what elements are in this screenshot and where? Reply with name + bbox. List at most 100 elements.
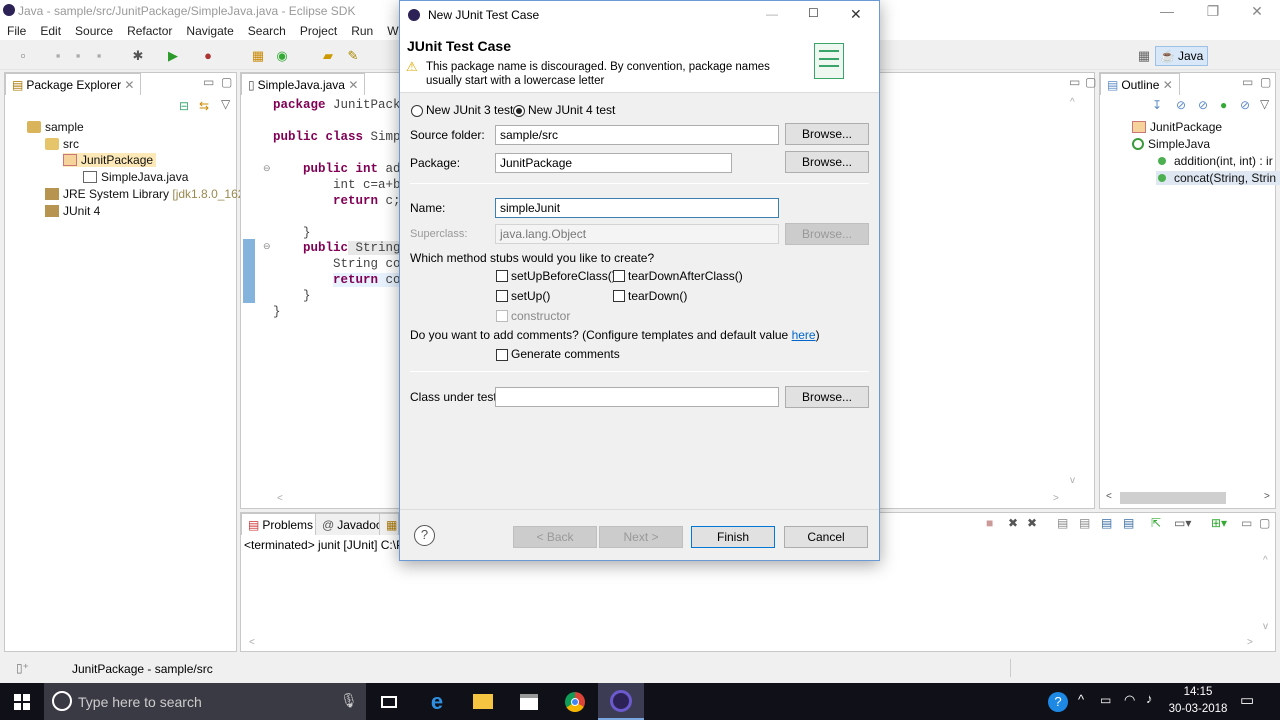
close-icon[interactable]: ✕ <box>348 78 358 92</box>
checkbox-setup[interactable] <box>496 290 508 302</box>
menu-project[interactable]: Project <box>293 22 344 40</box>
scroll-lock-icon[interactable]: ▤ <box>1079 516 1090 530</box>
save-icon[interactable]: ▪ <box>50 48 66 64</box>
checkbox-generate-comments[interactable] <box>496 349 508 361</box>
outline-item-class[interactable]: SimpleJava <box>1132 137 1210 151</box>
word-wrap-icon[interactable]: ▤ <box>1101 516 1112 530</box>
finish-button[interactable]: Finish <box>691 526 775 548</box>
close-button[interactable]: ✕ <box>1234 0 1280 22</box>
open-console-icon[interactable]: ⊞▾ <box>1211 516 1227 530</box>
checkbox-constructor[interactable] <box>496 310 508 322</box>
tab-editor-simplejava[interactable]: ▯ SimpleJava.java ✕ <box>241 73 366 95</box>
store-icon[interactable] <box>506 683 552 720</box>
dialog-minimize-button[interactable]: — <box>766 7 778 21</box>
name-field[interactable]: simpleJunit <box>495 198 779 218</box>
tree-item-sample[interactable]: sample <box>27 120 84 134</box>
close-icon[interactable]: ✕ <box>124 78 134 92</box>
maximize-view-icon[interactable]: ▢ <box>1085 75 1096 89</box>
remove-all-icon[interactable]: ✖ <box>1027 516 1037 530</box>
tree-item-junitpackage[interactable]: JunitPackage <box>63 153 157 167</box>
menu-navigate[interactable]: Navigate <box>179 22 240 40</box>
scroll-right-icon[interactable]: > <box>1247 637 1253 648</box>
save-all-icon[interactable]: ▪ <box>70 48 86 64</box>
clear-console-icon[interactable]: ▤ <box>1057 516 1068 530</box>
open-perspective-icon[interactable]: ▦ <box>1136 48 1152 64</box>
edge-icon[interactable]: e <box>414 683 460 720</box>
checkbox-teardownafterclass[interactable] <box>613 270 625 282</box>
tree-item-simplejava[interactable]: SimpleJava.java <box>83 170 188 184</box>
file-explorer-icon[interactable] <box>460 683 506 720</box>
microphone-icon[interactable]: 🎙 <box>340 692 358 709</box>
task-view-icon[interactable] <box>366 683 412 720</box>
tab-javadoc[interactable]: @ Javadoc <box>315 513 389 535</box>
show-on-output-icon[interactable]: ▤ <box>1123 516 1134 530</box>
link-editor-icon[interactable]: ⇆ <box>199 99 209 113</box>
package-field[interactable]: JunitPackage <box>495 153 732 173</box>
browse-source-folder-button[interactable]: Browse... <box>785 123 869 145</box>
source-folder-field[interactable]: sample/src <box>495 125 779 145</box>
tab-package-explorer[interactable]: ▤ Package Explorer ✕ <box>5 73 142 95</box>
collapse-all-icon[interactable]: ⊟ <box>179 99 189 113</box>
hide-nonpublic-icon[interactable]: ● <box>1220 98 1227 112</box>
scroll-left-icon[interactable]: < <box>249 637 255 648</box>
eclipse-taskbar-icon[interactable] <box>598 683 644 720</box>
volume-icon[interactable]: ♪ <box>1146 691 1153 706</box>
superclass-field[interactable]: java.lang.Object <box>495 224 779 244</box>
terminate-icon[interactable]: ■ <box>986 516 993 530</box>
tab-outline[interactable]: ▤ Outline ✕ <box>1100 73 1180 95</box>
help-tray-icon[interactable]: ? <box>1048 692 1068 712</box>
minimize-view-icon[interactable]: ▭ <box>1242 75 1253 89</box>
minimize-view-icon[interactable]: ▭ <box>1069 75 1080 89</box>
maximize-view-icon[interactable]: ▢ <box>1260 75 1271 89</box>
minimize-view-icon[interactable]: ▭ <box>203 75 214 89</box>
fold-icon[interactable]: ⊖ <box>263 241 271 252</box>
cancel-button[interactable]: Cancel <box>784 526 868 548</box>
tree-item-jre[interactable]: JRE System Library [jdk1.8.0_162] <box>45 187 248 201</box>
scroll-down-icon[interactable]: v <box>1070 475 1075 486</box>
help-icon[interactable]: ? <box>414 525 435 546</box>
display-console-icon[interactable]: ▭▾ <box>1174 516 1191 530</box>
scroll-left-icon[interactable]: < <box>1106 491 1112 502</box>
horizontal-scrollbar[interactable] <box>1120 492 1226 504</box>
action-center-icon[interactable]: ▭ <box>1240 691 1254 709</box>
minimize-button[interactable]: — <box>1144 0 1190 22</box>
maximize-button[interactable]: ❐ <box>1190 0 1236 22</box>
view-menu-icon[interactable]: ▽ <box>221 97 230 111</box>
debug-icon[interactable]: ✱ <box>130 48 146 64</box>
next-button[interactable]: Next > <box>599 526 683 548</box>
scroll-up-icon[interactable]: ^ <box>1263 555 1268 566</box>
scroll-up-icon[interactable]: ^ <box>1070 97 1075 108</box>
clock-time[interactable]: 14:15 <box>1166 686 1230 698</box>
view-menu-icon[interactable]: ▽ <box>1260 97 1269 111</box>
show-hidden-icons-icon[interactable]: ^ <box>1078 692 1084 707</box>
open-type-icon[interactable]: ▰ <box>320 48 336 64</box>
java-perspective-button[interactable]: ☕ Java <box>1155 46 1209 66</box>
external-tools-icon[interactable]: ● <box>200 48 216 64</box>
outline-item-package[interactable]: JunitPackage <box>1132 120 1222 134</box>
checkbox-teardown[interactable] <box>613 290 625 302</box>
scroll-right-icon[interactable]: > <box>1264 491 1270 502</box>
clock-date[interactable]: 30-03-2018 <box>1166 703 1230 715</box>
battery-icon[interactable]: ▭ <box>1100 693 1111 707</box>
pin-console-icon[interactable]: ⇱ <box>1151 516 1161 530</box>
maximize-view-icon[interactable]: ▢ <box>221 75 232 89</box>
close-icon[interactable]: ✕ <box>1163 78 1173 92</box>
back-button[interactable]: < Back <box>513 526 597 548</box>
hide-local-types-icon[interactable]: ⊘ <box>1240 98 1250 112</box>
outline-item-method[interactable]: concat(String, Strin <box>1156 171 1280 185</box>
tree-item-src[interactable]: src <box>45 137 79 151</box>
windows-start-icon[interactable] <box>0 683 44 720</box>
radio-junit4[interactable] <box>513 105 525 117</box>
new-class-icon[interactable]: ◉ <box>274 48 290 64</box>
tree-item-junit4[interactable]: JUnit 4 <box>45 204 100 218</box>
configure-templates-link[interactable]: here <box>792 328 816 342</box>
browse-class-under-test-button[interactable]: Browse... <box>785 386 869 408</box>
hide-static-icon[interactable]: ⊘ <box>1198 98 1208 112</box>
tab-problems[interactable]: ▤ Problems <box>241 513 321 535</box>
menu-search[interactable]: Search <box>241 22 293 40</box>
class-under-test-field[interactable] <box>495 387 779 407</box>
browse-package-button[interactable]: Browse... <box>785 151 869 173</box>
hide-fields-icon[interactable]: ⊘ <box>1176 98 1186 112</box>
tab-declaration[interactable]: ▦ <box>379 513 399 535</box>
maximize-view-icon[interactable]: ▢ <box>1259 516 1270 530</box>
